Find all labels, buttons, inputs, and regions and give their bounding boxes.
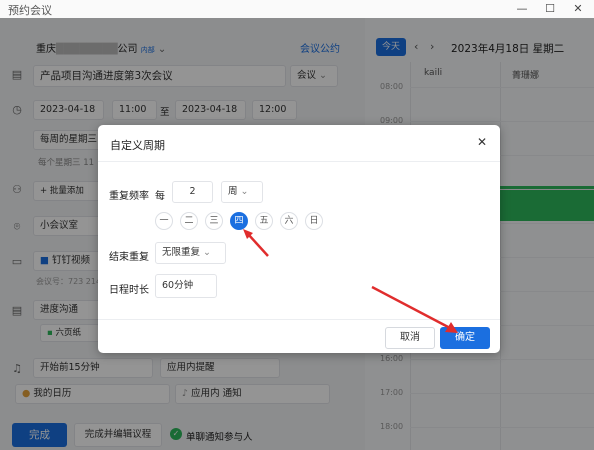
arrow-to-confirm — [371, 285, 451, 330]
arrow-to-thursday — [247, 233, 269, 257]
annotation-arrows — [243, 229, 458, 333]
